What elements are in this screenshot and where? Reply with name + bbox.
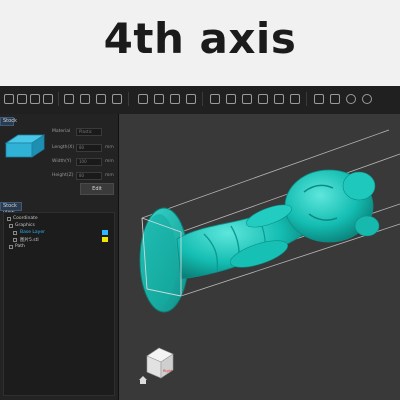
rotate-icon[interactable] (226, 94, 236, 104)
align-icon[interactable] (274, 94, 284, 104)
mouse-icon[interactable] (346, 94, 356, 104)
length-unit: mm (105, 145, 114, 150)
navigation-cube: Right (146, 347, 174, 379)
coordinate-icon (7, 217, 11, 221)
layer-color-swatch-blue[interactable] (102, 230, 108, 235)
select-icon[interactable] (186, 94, 196, 104)
stl-file-icon (13, 238, 17, 242)
graphics-icon (9, 224, 13, 228)
object-tree: Coordinate Graphics Base Layer 图片5.stl P… (3, 212, 115, 396)
home-view-icon (139, 376, 147, 384)
height-label: Height(Z) (52, 173, 74, 178)
export-icon[interactable] (64, 94, 74, 104)
redo-icon[interactable] (96, 94, 106, 104)
material-field[interactable]: Plastic (76, 128, 102, 136)
group-icon[interactable] (290, 94, 300, 104)
save-icon[interactable] (30, 94, 40, 104)
3d-viewport[interactable]: Right (119, 114, 400, 400)
cut-icon[interactable] (112, 94, 122, 104)
move-icon[interactable] (210, 94, 220, 104)
width-label: Width(Y) (52, 159, 72, 164)
banner-title: 4th axis (103, 14, 297, 63)
height-field[interactable]: 80 (76, 172, 102, 180)
path-icon (9, 245, 13, 249)
layer-color-swatch-yellow[interactable] (102, 237, 108, 242)
copy-icon[interactable] (138, 94, 148, 104)
banner: 4th axis (0, 0, 400, 86)
tree-item-coordinate[interactable]: Coordinate (13, 216, 38, 221)
view-iso-icon[interactable] (330, 94, 340, 104)
undo-icon[interactable] (80, 94, 90, 104)
view-front-icon[interactable] (314, 94, 324, 104)
stock-box-thumbnail (4, 134, 46, 158)
open-folder-icon[interactable] (17, 94, 27, 104)
length-label: Length(X) (52, 145, 75, 150)
paste-icon[interactable] (154, 94, 164, 104)
length-field[interactable]: 80 (76, 144, 102, 152)
edit-button[interactable]: Edit (80, 183, 114, 195)
width-unit: mm (105, 159, 114, 164)
height-unit: mm (105, 173, 114, 178)
viewport-scene: Right (139, 129, 400, 384)
delete-icon[interactable] (170, 94, 180, 104)
layer-icon (13, 231, 17, 235)
tree-item-base-layer[interactable]: Base Layer (20, 230, 45, 235)
width-field[interactable]: 100 (76, 158, 102, 166)
tree-item-graphics[interactable]: Graphics (15, 223, 35, 228)
main-toolbar (0, 86, 400, 115)
svg-text:Right: Right (163, 369, 173, 373)
mirror-icon[interactable] (258, 94, 268, 104)
tree-item-stl[interactable]: 图片5.stl (20, 237, 39, 243)
import-icon[interactable] (43, 94, 53, 104)
new-file-icon[interactable] (4, 94, 14, 104)
material-label: Material (52, 129, 71, 134)
tree-item-path[interactable]: Path (15, 244, 25, 249)
scale-icon[interactable] (242, 94, 252, 104)
tree-panel-header: Stock view (0, 202, 22, 216)
settings-icon[interactable] (362, 94, 372, 104)
stock-panel-header: Stock (0, 117, 17, 126)
left-panel: Stock Material Plastic Length(X) 80 mm W… (0, 114, 119, 400)
